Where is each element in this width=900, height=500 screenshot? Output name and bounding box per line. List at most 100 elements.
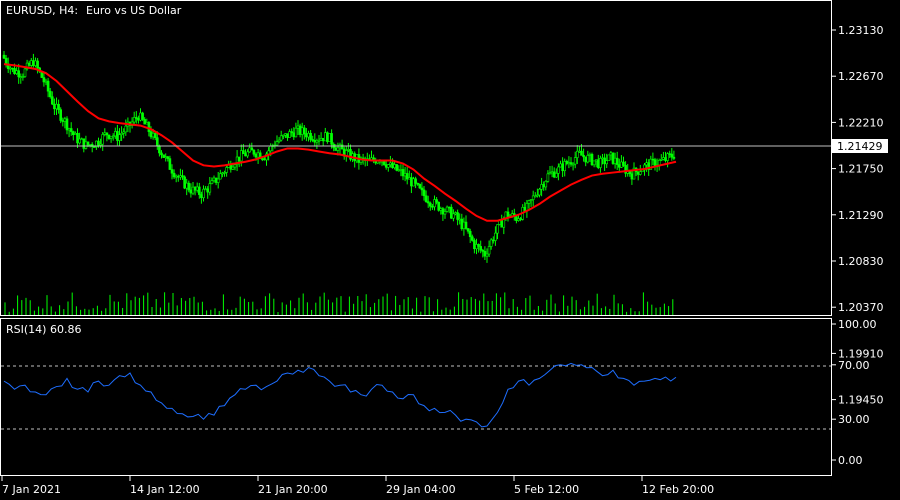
candle-body xyxy=(204,188,207,191)
candle-body xyxy=(559,163,562,168)
candle-body xyxy=(410,177,413,187)
candles xyxy=(2,51,676,263)
candle-body xyxy=(454,212,457,215)
candle-body xyxy=(431,205,434,208)
candle-body xyxy=(460,218,464,230)
candle-body xyxy=(321,137,325,142)
candle-body xyxy=(76,133,79,144)
chart-window[interactable]: 1.23130 1.22670 1.22210 1.21750 1.21290 1.208… xyxy=(0,0,900,500)
candle-body xyxy=(246,151,249,157)
candle-body xyxy=(50,96,54,105)
candle-body xyxy=(237,156,241,162)
candle-body xyxy=(659,159,663,161)
candle-body xyxy=(496,224,499,234)
candle-body xyxy=(23,68,27,77)
candle-body xyxy=(533,195,537,198)
rsi-panel-border xyxy=(0,318,832,476)
candle-body xyxy=(27,62,31,66)
candle-body xyxy=(185,182,188,189)
candle-body xyxy=(479,246,483,251)
candle-body xyxy=(160,152,163,156)
candle-body xyxy=(107,134,111,139)
candle-body xyxy=(69,128,73,132)
candle-body xyxy=(2,54,6,59)
candle-body xyxy=(319,137,323,141)
candle-body xyxy=(599,158,602,168)
time-tick-label: 29 Jan 04:00 xyxy=(386,483,456,496)
candle-body xyxy=(120,132,123,135)
candle-body xyxy=(36,60,39,69)
candle-body xyxy=(105,132,109,136)
candle-body xyxy=(116,131,119,141)
candle-body xyxy=(156,137,159,147)
time-tick-label: 5 Feb 12:00 xyxy=(514,483,579,496)
candle-body xyxy=(605,160,609,165)
candle-body xyxy=(475,244,478,250)
candle-body xyxy=(491,239,495,242)
candle-body xyxy=(422,189,426,197)
candle-body xyxy=(347,149,350,151)
candle-body xyxy=(61,120,65,122)
candle-body xyxy=(19,76,23,78)
candle-body xyxy=(298,125,302,135)
candle-body xyxy=(412,178,415,187)
moving-average-line xyxy=(3,63,677,222)
rsi-line xyxy=(3,362,677,428)
candle-body xyxy=(326,132,329,142)
candle-body xyxy=(11,67,14,70)
candle-body xyxy=(132,117,136,123)
candle-body xyxy=(523,207,527,212)
time-tick-label: 21 Jan 20:00 xyxy=(258,483,328,496)
candle-body xyxy=(162,154,165,158)
time-tick-label: 12 Feb 20:00 xyxy=(642,483,714,496)
candle-body xyxy=(118,134,121,141)
time-axis: 7 Jan 2021 14 Jan 12:00 21 Jan 20:00 29 Jan… xyxy=(1,476,714,496)
candle-body xyxy=(487,246,491,255)
candle-body xyxy=(435,199,438,203)
candle-body xyxy=(137,118,140,121)
candle-body xyxy=(586,155,590,163)
candle-body xyxy=(231,166,235,170)
candle-body xyxy=(552,171,556,178)
candle-body xyxy=(517,218,520,221)
candle-body xyxy=(588,153,592,156)
candle-body xyxy=(195,186,199,191)
candle-body xyxy=(93,146,96,148)
volume-bars xyxy=(4,292,674,315)
candle-body xyxy=(470,236,474,241)
candle-body xyxy=(407,177,411,180)
price-axis: 1.23130 1.22670 1.22210 1.21750 1.21290 1.208… xyxy=(831,24,884,407)
candle-body xyxy=(208,183,212,193)
candle-body xyxy=(386,164,390,168)
candle-body xyxy=(536,194,539,197)
candle-body xyxy=(462,221,466,230)
candle-body xyxy=(468,230,472,238)
candle-body xyxy=(651,158,655,161)
candle-body xyxy=(57,103,60,110)
candle-body xyxy=(114,131,117,137)
candle-body xyxy=(668,153,672,155)
candle-body xyxy=(540,184,543,190)
candle-body xyxy=(193,186,197,191)
candle-body xyxy=(313,140,317,143)
candle-body xyxy=(573,157,577,165)
candle-body xyxy=(305,133,308,138)
price-tick-label: 1.20830 xyxy=(838,255,884,268)
candle-body xyxy=(67,128,71,131)
candle-body xyxy=(166,156,170,159)
candle-body xyxy=(309,132,312,140)
candle-body xyxy=(531,195,535,200)
candle-body xyxy=(48,90,52,98)
candle-body xyxy=(302,127,306,135)
price-tick-label: 1.21750 xyxy=(838,163,884,176)
candle-body xyxy=(428,202,432,207)
candle-body xyxy=(399,169,403,171)
candle-body xyxy=(433,199,436,208)
candle-body xyxy=(395,164,399,171)
candle-body xyxy=(334,147,338,151)
candle-body xyxy=(122,131,125,134)
candle-body xyxy=(170,169,174,174)
candle-body xyxy=(611,152,615,164)
candle-body xyxy=(580,150,583,156)
candle-body xyxy=(216,178,220,183)
